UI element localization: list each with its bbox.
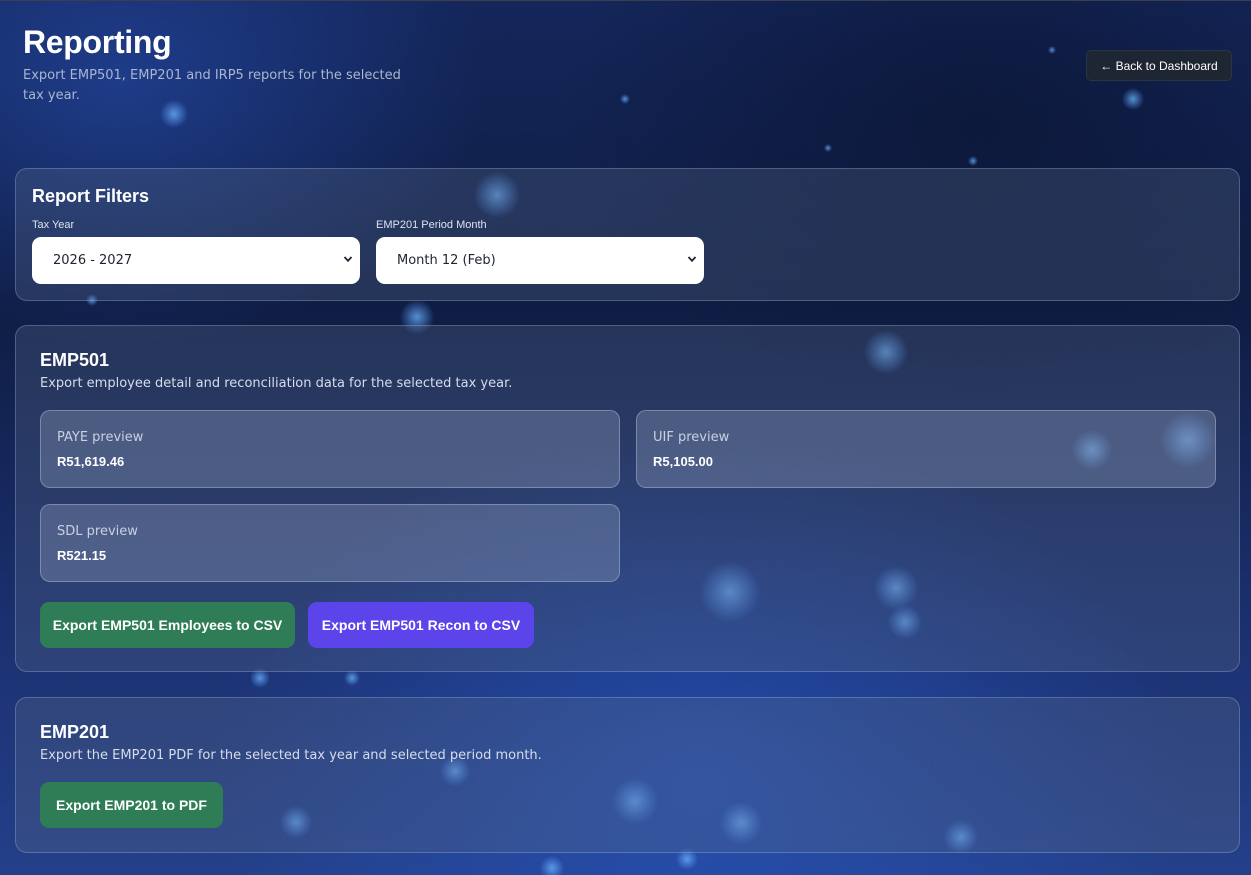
- sdl-preview-card: SDL preview R521.15: [40, 504, 620, 582]
- paye-preview-label: PAYE preview: [57, 430, 144, 445]
- sdl-preview-value: R521.15: [57, 548, 107, 563]
- emp201-description: Export the EMP201 PDF for the selected t…: [40, 748, 542, 763]
- uif-preview-card: UIF preview R5,105.00: [636, 410, 1216, 488]
- period-month-select[interactable]: Month 12 (Feb): [376, 237, 704, 284]
- tax-year-value: 2026 - 2027: [53, 253, 133, 268]
- paye-preview-card: PAYE preview R51,619.46: [40, 410, 620, 488]
- back-to-dashboard-button[interactable]: ← Back to Dashboard: [1086, 50, 1232, 81]
- report-filters-panel: Report Filters Tax Year 2026 - 2027 EMP2…: [15, 168, 1240, 301]
- emp501-description: Export employee detail and reconciliatio…: [40, 376, 513, 391]
- emp201-heading: EMP201: [40, 722, 110, 742]
- window-top-border: [0, 0, 1251, 1]
- page-subtitle: Export EMP501, EMP201 and IRP5 reports f…: [23, 68, 401, 103]
- paye-preview-value: R51,619.46: [57, 454, 125, 469]
- tax-year-label: Tax Year: [32, 219, 75, 231]
- emp501-panel: EMP501 Export employee detail and reconc…: [15, 325, 1240, 672]
- export-emp501-recon-csv-button[interactable]: Export EMP501 Recon to CSV: [308, 602, 534, 648]
- sdl-preview-label: SDL preview: [57, 524, 138, 539]
- tax-year-select[interactable]: 2026 - 2027: [32, 237, 360, 284]
- chevron-down-icon: [343, 256, 353, 263]
- export-emp501-employees-csv-button[interactable]: Export EMP501 Employees to CSV: [40, 602, 295, 648]
- chevron-down-icon: [687, 256, 697, 263]
- report-filters-heading: Report Filters: [32, 186, 150, 206]
- emp201-panel: EMP201 Export the EMP201 PDF for the sel…: [15, 697, 1240, 853]
- period-month-value: Month 12 (Feb): [397, 253, 496, 268]
- uif-preview-value: R5,105.00: [653, 454, 713, 469]
- export-emp201-pdf-button[interactable]: Export EMP201 to PDF: [40, 782, 223, 828]
- page-title: Reporting: [23, 24, 172, 60]
- uif-preview-label: UIF preview: [653, 430, 730, 445]
- period-month-label: EMP201 Period Month: [376, 219, 487, 231]
- emp501-heading: EMP501: [40, 350, 110, 370]
